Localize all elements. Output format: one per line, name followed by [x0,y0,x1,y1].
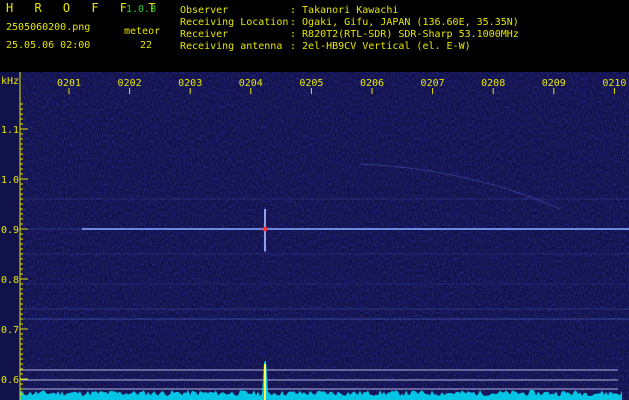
datetime: 25.05.06 02:00 [6,40,91,51]
noise-texture [20,72,629,400]
info-value-antenna: : 2el-HB9CV Vertical (el. E-W) [290,41,471,52]
x-tick-label: 0209 [542,78,566,89]
info-label-receiver: Receiver [180,29,229,40]
y-tick-label: 1.0 [1,175,19,186]
x-tick-label: 0203 [178,78,202,89]
info-value-receiver: : R820T2(RTL-SDR) SDR-Sharp 53.1000MHz [290,29,519,40]
file-name: 2505060200.png [6,22,91,33]
header-panel: H R O F F T 1.0.0 2505060200.png meteor … [0,0,629,72]
y-tick-label: 0.6 [1,375,19,386]
x-tick-label: 0201 [57,78,81,89]
x-tick-label: 0210 [602,78,626,89]
y-tick-label: 1.1 [1,125,19,136]
app-version: 1.0.0 [126,4,157,15]
spectrogram-panel: kHz 1.1 1.0 0.9 0.8 0.7 0.6 0201 0202 0203 0204 020… [0,72,629,400]
info-label-observer: Observer [180,5,229,16]
info-value-observer: : Takanori Kawachi [290,5,399,16]
info-label-location: Receiving Location [180,17,289,28]
y-unit-label: kHz [1,76,19,87]
x-tick-label: 0207 [421,78,445,89]
meteor-count: 22 [140,40,153,51]
x-tick-label: 0208 [481,78,505,89]
info-label-antenna: Receiving antenna [180,41,283,52]
info-value-location: : Ogaki, Gifu, JAPAN (136.60E, 35.35N) [290,17,519,28]
x-tick-label: 0204 [239,78,263,89]
y-tick-label: 0.8 [1,275,19,286]
y-tick-label: 0.7 [1,325,19,336]
meteor-label: meteor [124,26,161,37]
spectrogram-plot: kHz 1.1 1.0 0.9 0.8 0.7 0.6 0201 0202 0203 0204 020… [0,72,629,400]
meteor-head [262,226,268,232]
x-tick-label: 0206 [360,78,384,89]
y-tick-label: 0.9 [1,225,19,236]
x-tick-label: 0202 [118,78,142,89]
x-tick-label: 0205 [299,78,323,89]
